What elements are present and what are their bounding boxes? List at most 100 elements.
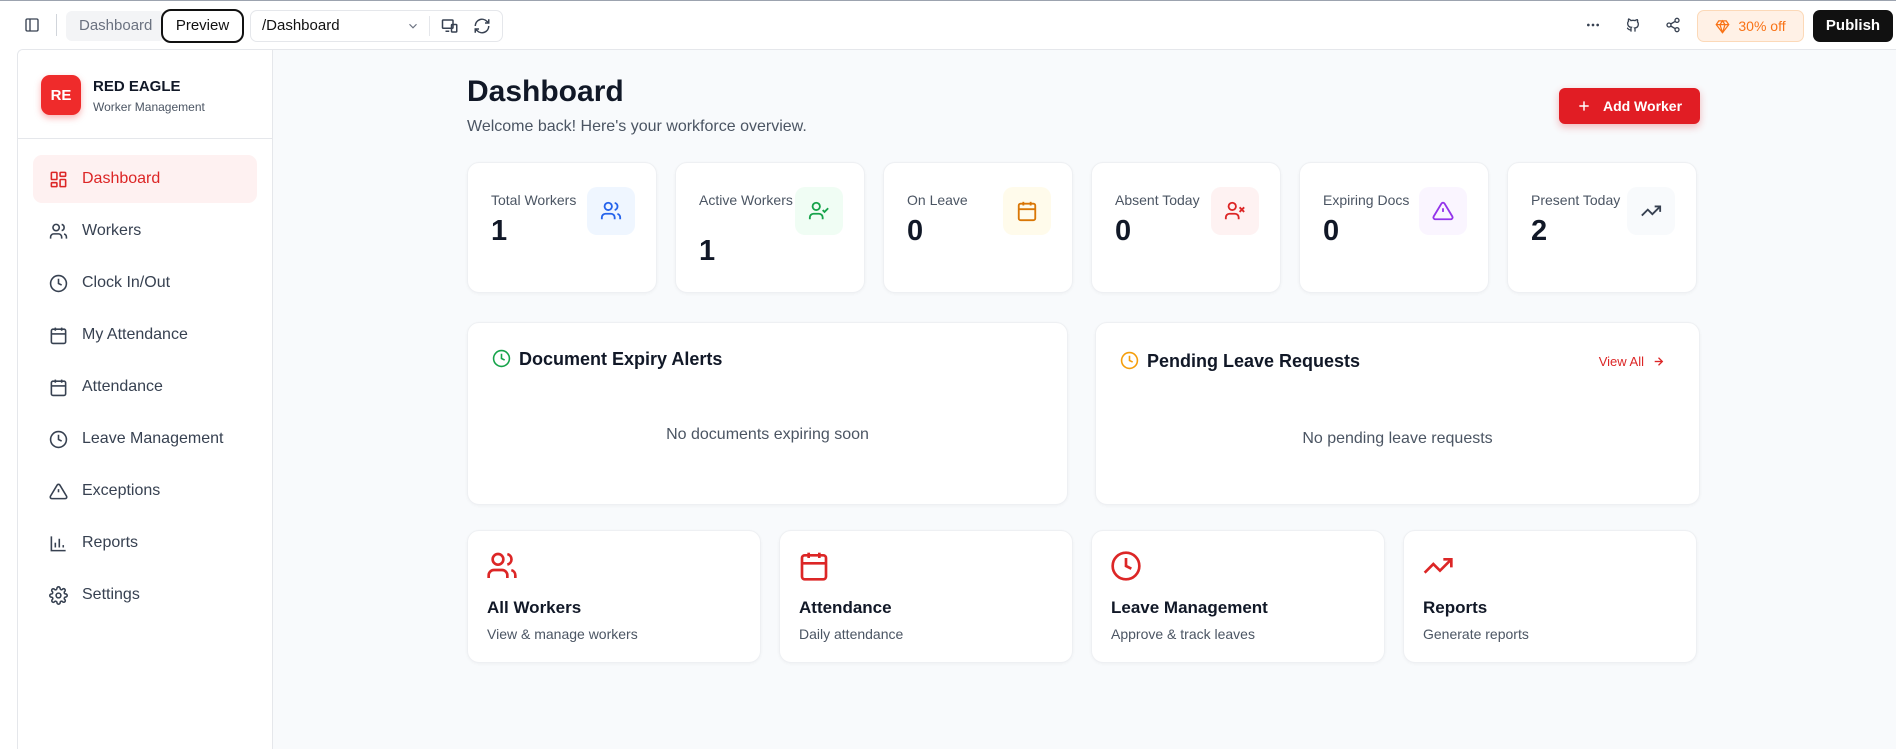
brand-name: RED EAGLE <box>93 78 181 95</box>
stat-card-absent-today: Absent Today 0 <box>1091 162 1281 293</box>
stat-card-present-today: Present Today 2 <box>1507 162 1697 293</box>
panel-title: Pending Leave Requests <box>1147 351 1361 371</box>
sidebar-item-reports[interactable]: Reports <box>33 519 257 567</box>
plus-icon <box>1577 99 1591 113</box>
more-icon[interactable] <box>1582 14 1604 36</box>
sidebar-item-settings[interactable]: Settings <box>33 571 257 619</box>
stat-label: Active Workers <box>699 192 793 208</box>
view-all-label: View All <box>1598 354 1644 369</box>
stat-card-on-leave: On Leave 0 <box>883 162 1073 293</box>
sidebar-item-dashboard[interactable]: Dashboard <box>33 155 257 203</box>
sidebar-item-exceptions[interactable]: Exceptions <box>33 467 257 515</box>
stat-value: 0 <box>907 215 924 247</box>
stat-value: 2 <box>1531 215 1548 247</box>
trending-up-icon <box>1627 187 1675 235</box>
quick-link-title: All Workers <box>487 598 582 617</box>
stat-label: Present Today <box>1531 192 1621 208</box>
sidebar-item-my-attendance[interactable]: My Attendance <box>33 311 257 359</box>
sidebar-item-workers[interactable]: Workers <box>33 207 257 255</box>
quick-link-title: Reports <box>1423 598 1488 617</box>
share-icon[interactable] <box>1662 14 1684 36</box>
quick-link-leave-management[interactable]: Leave Management Approve & track leaves <box>1091 530 1385 663</box>
calendar-icon <box>1003 187 1051 235</box>
refresh-icon[interactable] <box>473 17 491 35</box>
gear-icon <box>48 585 68 605</box>
chevron-down-icon[interactable] <box>406 19 420 33</box>
users-icon <box>486 550 518 582</box>
gem-icon <box>1715 19 1730 34</box>
route-selector: /Dashboard <box>250 10 503 42</box>
stat-value: 0 <box>1323 215 1340 247</box>
quick-link-attendance[interactable]: Attendance Daily attendance <box>779 530 1073 663</box>
empty-state: No pending leave requests <box>1302 430 1493 447</box>
add-worker-button[interactable]: Add Worker <box>1559 88 1700 124</box>
sidebar: RE RED EAGLE Worker Management Dashboard… <box>18 50 273 749</box>
promo-label: 30% off <box>1738 18 1786 34</box>
clock-icon <box>48 273 68 293</box>
users-icon <box>587 187 635 235</box>
stat-value: 1 <box>491 215 508 247</box>
brand-subtitle: Worker Management <box>93 100 205 114</box>
tab-preview[interactable]: Preview <box>161 9 244 43</box>
github-icon[interactable] <box>1622 14 1644 36</box>
sidebar-item-leave-management[interactable]: Leave Management <box>33 415 257 463</box>
stat-label: On Leave <box>907 192 968 208</box>
clock-icon <box>1120 351 1139 370</box>
stat-label: Expiring Docs <box>1323 192 1410 208</box>
quick-link-subtitle: Generate reports <box>1423 626 1529 642</box>
divider <box>56 14 57 36</box>
sidebar-item-label: Reports <box>82 534 139 551</box>
sidebar-item-attendance[interactable]: Attendance <box>33 363 257 411</box>
quick-link-title: Attendance <box>799 598 892 617</box>
brand: RE RED EAGLE Worker Management <box>18 50 273 139</box>
stat-label: Absent Today <box>1115 192 1200 208</box>
clock-icon <box>492 349 511 368</box>
alert-icon <box>48 481 68 501</box>
brand-logo: RE <box>41 75 81 115</box>
bar-chart-icon <box>48 533 68 553</box>
promo-button[interactable]: 30% off <box>1697 10 1804 42</box>
view-all-link[interactable]: View All <box>1599 354 1665 369</box>
quick-link-reports[interactable]: Reports Generate reports <box>1403 530 1697 663</box>
quick-link-title: Leave Management <box>1111 598 1268 617</box>
panel-title: Document Expiry Alerts <box>519 349 723 369</box>
calendar-icon <box>48 377 68 397</box>
quick-link-subtitle: Approve & track leaves <box>1111 626 1255 642</box>
sidebar-item-label: My Attendance <box>82 326 188 343</box>
editor-topbar: Dashboard Preview /Dashboard 30% off Pub… <box>0 0 1896 49</box>
user-x-icon <box>1211 187 1259 235</box>
publish-button[interactable]: Publish <box>1813 10 1893 42</box>
clock-icon <box>48 429 68 449</box>
tab-dashboard[interactable]: Dashboard <box>66 11 166 41</box>
add-worker-label: Add Worker <box>1602 98 1683 114</box>
sidebar-item-label: Workers <box>82 222 142 239</box>
app-preview: RE RED EAGLE Worker Management Dashboard… <box>17 49 1896 749</box>
page-title: Dashboard <box>467 75 624 108</box>
arrow-right-icon <box>1652 355 1665 368</box>
sidebar-toggle-icon[interactable] <box>21 14 43 36</box>
trending-up-icon <box>1422 550 1454 582</box>
route-input[interactable]: /Dashboard <box>262 11 340 41</box>
stat-value: 1 <box>699 235 716 267</box>
quick-link-subtitle: Daily attendance <box>799 626 904 642</box>
alert-icon <box>1419 187 1467 235</box>
sidebar-item-label: Settings <box>82 586 140 603</box>
page-subtitle: Welcome back! Here's your workforce over… <box>467 118 807 135</box>
stat-card-total-workers: Total Workers 1 <box>467 162 657 293</box>
sidebar-item-label: Leave Management <box>82 430 224 447</box>
sidebar-item-clock[interactable]: Clock In/Out <box>33 259 257 307</box>
calendar-icon <box>48 325 68 345</box>
quick-link-all-workers[interactable]: All Workers View & manage workers <box>467 530 761 663</box>
clock-icon <box>1110 550 1142 582</box>
user-check-icon <box>795 187 843 235</box>
document-expiry-panel: Document Expiry Alerts No documents expi… <box>467 322 1068 505</box>
users-icon <box>48 221 68 241</box>
stat-value: 0 <box>1115 215 1132 247</box>
calendar-icon <box>798 550 830 582</box>
stat-label: Total Workers <box>491 192 577 208</box>
sidebar-item-label: Dashboard <box>82 170 161 187</box>
quick-link-subtitle: View & manage workers <box>487 626 638 642</box>
devices-icon[interactable] <box>441 17 459 35</box>
grid-icon <box>48 169 68 189</box>
sidebar-item-label: Attendance <box>82 378 163 395</box>
